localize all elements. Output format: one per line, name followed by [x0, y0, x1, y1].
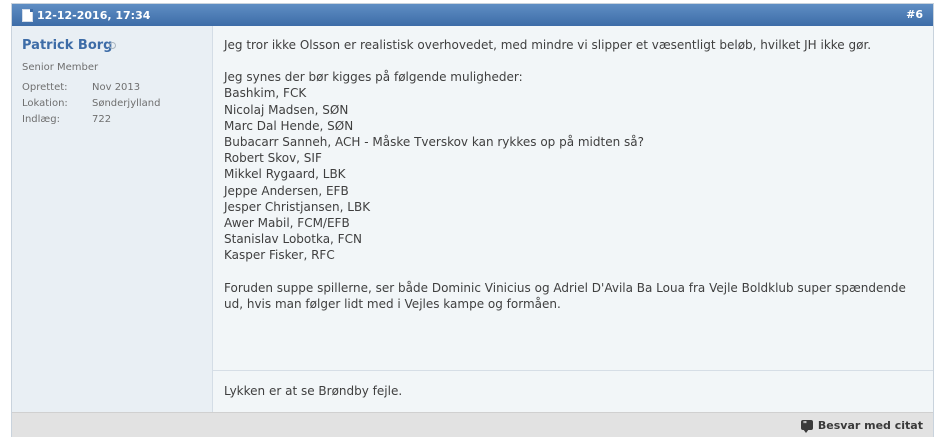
- post-content: Jeg tror ikke Olsson er realistisk overh…: [213, 26, 933, 371]
- signature-divider: [213, 370, 933, 371]
- stat-label-posts: Indlæg:: [22, 114, 60, 125]
- post-header: 12-12-2016, 17:34 #6: [12, 4, 933, 26]
- stat-label-joined: Oprettet:: [22, 82, 68, 93]
- list-item: Jesper Christjansen, LBK: [224, 199, 371, 214]
- quote-bubble-icon: ": [800, 420, 813, 433]
- message-intro: Jeg tror ikke Olsson er realistisk overh…: [224, 38, 872, 52]
- list-item: Mikkel Rygaard, LBK: [224, 167, 346, 182]
- offline-status-icon: [109, 42, 116, 49]
- signature-text: Lykken er at se Brøndby fejle.: [224, 384, 403, 398]
- list-item: Robert Skov, SIF: [224, 151, 322, 166]
- post-footer: " Besvar med citat: [12, 412, 933, 437]
- list-item: Nicolaj Madsen, SØN: [224, 102, 349, 117]
- document-icon: [22, 9, 33, 22]
- user-info-panel: Patrick Borg Senior Member Oprettet: Nov…: [12, 26, 213, 412]
- list-item: Stanislav Lobotka, FCN: [224, 232, 362, 247]
- post-date: 12-12-2016, 17:34: [37, 9, 151, 22]
- message-list-heading: Jeg synes der bør kigges på følgende mul…: [224, 70, 523, 85]
- list-item: Bashkim, FCK: [224, 86, 307, 101]
- list-item: Awer Mabil, FCM/EFB: [224, 216, 350, 231]
- list-item: Bubacarr Sanneh, ACH - Måske Tverskov ka…: [224, 135, 644, 150]
- stat-label-location: Lokation:: [22, 98, 68, 109]
- post-number-link[interactable]: #6: [906, 8, 923, 21]
- list-item: Kasper Fisker, RFC: [224, 248, 335, 263]
- reply-with-quote-button[interactable]: " Besvar med citat: [800, 417, 923, 433]
- forum-post: 12-12-2016, 17:34 #6 Patrick Borg Senior…: [11, 3, 934, 437]
- stat-value-joined: Nov 2013: [92, 82, 141, 93]
- reply-with-quote-label: Besvar med citat: [817, 418, 923, 432]
- user-title: Senior Member: [22, 62, 99, 73]
- username-link[interactable]: Patrick Borg: [22, 38, 112, 53]
- list-item: Jeppe Andersen, EFB: [224, 183, 349, 198]
- list-item: Marc Dal Hende, SØN: [224, 118, 354, 133]
- message-closing: Foruden suppe spillerne, ser både Domini…: [224, 280, 906, 311]
- stat-value-posts: 722: [92, 114, 112, 125]
- stat-value-location: Sønderjylland: [92, 98, 161, 109]
